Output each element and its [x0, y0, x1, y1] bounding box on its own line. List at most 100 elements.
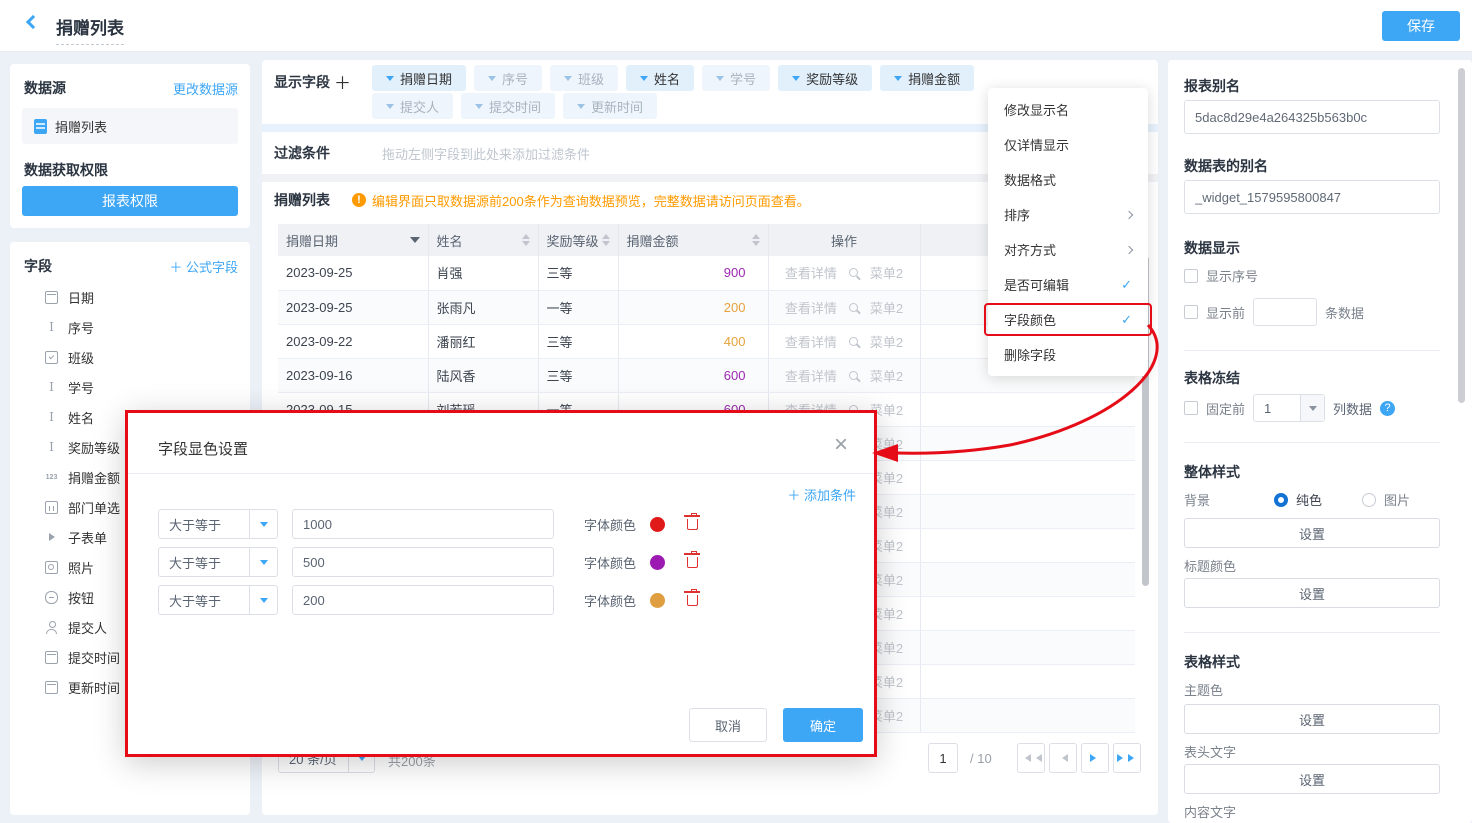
magnifier-icon[interactable] [849, 337, 858, 346]
report-alias-input[interactable] [1184, 100, 1440, 134]
delete-condition-icon[interactable] [687, 557, 698, 568]
field-chip[interactable]: 捐赠日期 [372, 65, 466, 91]
confirm-button[interactable]: 确定 [783, 708, 863, 742]
last-page-button[interactable] [1113, 743, 1141, 773]
datasource-item[interactable]: 捐赠列表 [22, 108, 238, 144]
context-menu-item[interactable]: 字段颜色 ✓ [988, 302, 1148, 337]
magnifier-icon[interactable] [849, 371, 858, 380]
row-limit-input[interactable] [1253, 298, 1317, 326]
show-first-checkbox[interactable] [1184, 305, 1198, 319]
formula-field-link[interactable]: ＋ 公式字段 [169, 257, 238, 276]
threshold-input[interactable] [292, 547, 554, 577]
add-condition-link[interactable]: ＋ 添加条件 [787, 485, 856, 504]
color-swatch[interactable] [650, 517, 665, 532]
freeze-count-select[interactable]: 1 [1253, 394, 1325, 422]
theme-color-set-button[interactable]: 设置 [1184, 704, 1440, 734]
change-datasource-link[interactable]: 更改数据源 [173, 79, 238, 98]
sort-icon[interactable] [752, 230, 760, 250]
table-alias-input[interactable] [1184, 180, 1440, 214]
theme-color-label: 主题色 [1184, 680, 1223, 699]
field-item[interactable]: 日期 [10, 282, 250, 312]
first-page-button[interactable] [1017, 743, 1045, 773]
view-detail-link[interactable]: 查看详情 [785, 332, 837, 351]
background-label: 背景 [1184, 490, 1210, 509]
magnifier-icon[interactable] [849, 268, 858, 277]
field-chip[interactable]: 提交人 [372, 93, 453, 119]
warning-icon: ! [352, 193, 366, 207]
settings-scrollbar-thumb[interactable] [1458, 68, 1465, 403]
operator-select[interactable]: 大于等于 [158, 585, 278, 615]
prev-page-button[interactable] [1049, 743, 1077, 773]
report-permission-button[interactable]: 报表权限 [22, 186, 238, 216]
field-item[interactable]: 序号 [10, 312, 250, 342]
context-menu-item[interactable]: 修改显示名 ✓ [988, 92, 1148, 127]
background-set-button[interactable]: 设置 [1184, 518, 1440, 548]
total-pages: / 10 [970, 751, 992, 766]
title-color-set-button[interactable]: 设置 [1184, 578, 1440, 608]
next-page-button[interactable] [1081, 743, 1109, 773]
page-number-input[interactable] [928, 743, 958, 773]
context-menu-item[interactable]: 对齐方式 ✓ [988, 232, 1148, 267]
view-detail-link[interactable]: 查看详情 [785, 263, 837, 282]
context-menu-item[interactable]: 数据格式 ✓ [988, 162, 1148, 197]
show-index-checkbox[interactable] [1184, 269, 1198, 283]
cell-empty [920, 596, 1135, 630]
threshold-input[interactable] [292, 585, 554, 615]
chevron-down-icon [640, 76, 648, 85]
context-menu-item[interactable]: 是否可编辑 ✓ [988, 267, 1148, 302]
preview-notice: ! 编辑界面只取数据源前200条作为查询数据预览，完整数据请访问页面查看。 [352, 191, 810, 210]
header-text-set-button[interactable]: 设置 [1184, 764, 1440, 794]
field-chip[interactable]: 班级 [550, 65, 618, 91]
field-chip[interactable]: 奖励等级 [778, 65, 872, 91]
menu2-link[interactable]: 菜单2 [870, 332, 903, 351]
help-icon[interactable]: ? [1380, 401, 1395, 416]
back-icon[interactable] [26, 15, 40, 29]
color-swatch[interactable] [650, 593, 665, 608]
color-swatch[interactable] [650, 555, 665, 570]
menu2-link[interactable]: 菜单2 [870, 366, 903, 385]
field-chip[interactable]: 姓名 [626, 65, 694, 91]
sort-desc-icon[interactable] [410, 237, 420, 248]
field-chip[interactable]: 捐赠金额 [880, 65, 974, 91]
field-item[interactable]: 学号 [10, 372, 250, 402]
magnifier-icon[interactable] [849, 303, 858, 312]
add-display-field-icon[interactable]: ＋ [334, 69, 351, 94]
table-header-amount[interactable]: 捐赠金额 [618, 224, 768, 256]
operator-select[interactable]: 大于等于 [158, 547, 278, 577]
context-menu-item[interactable]: 删除字段 ✓ [988, 337, 1148, 372]
menu2-link[interactable]: 菜单2 [870, 298, 903, 317]
field-chip[interactable]: 序号 [474, 65, 542, 91]
field-chip[interactable]: 更新时间 [563, 93, 657, 119]
cell-empty [920, 460, 1135, 494]
threshold-input[interactable] [292, 509, 554, 539]
show-first-label: 显示前 [1206, 303, 1245, 322]
context-menu-item[interactable]: 排序 ✓ [988, 197, 1148, 232]
close-icon[interactable]: × [834, 431, 848, 459]
delete-condition-icon[interactable] [687, 519, 698, 530]
solid-color-radio[interactable] [1274, 493, 1288, 507]
field-chip-label: 捐赠日期 [400, 69, 452, 88]
cell-date: 2023-09-25 [278, 290, 428, 324]
table-header-date[interactable]: 捐赠日期 [278, 224, 428, 256]
delete-condition-icon[interactable] [687, 595, 698, 606]
sort-icon[interactable] [522, 230, 530, 250]
sort-icon[interactable] [602, 230, 610, 250]
context-menu-item[interactable]: 仅详情显示 ✓ [988, 127, 1148, 162]
operator-select[interactable]: 大于等于 [158, 509, 278, 539]
field-item-label: 奖励等级 [68, 438, 120, 457]
fields-title: 字段 [24, 256, 52, 276]
view-detail-link[interactable]: 查看详情 [785, 366, 837, 385]
field-item[interactable]: 班级 [10, 342, 250, 372]
view-detail-link[interactable]: 查看详情 [785, 298, 837, 317]
freeze-checkbox[interactable] [1184, 401, 1198, 415]
cancel-button[interactable]: 取消 [689, 708, 767, 742]
menu2-link[interactable]: 菜单2 [870, 263, 903, 282]
save-button[interactable]: 保存 [1382, 11, 1460, 41]
image-radio[interactable] [1362, 493, 1376, 507]
table-header-name[interactable]: 姓名 [428, 224, 538, 256]
table-header-grade[interactable]: 奖励等级 [538, 224, 618, 256]
calendar-icon [45, 651, 58, 664]
text-icon [45, 381, 58, 394]
field-chip[interactable]: 学号 [702, 65, 770, 91]
field-chip[interactable]: 提交时间 [461, 93, 555, 119]
